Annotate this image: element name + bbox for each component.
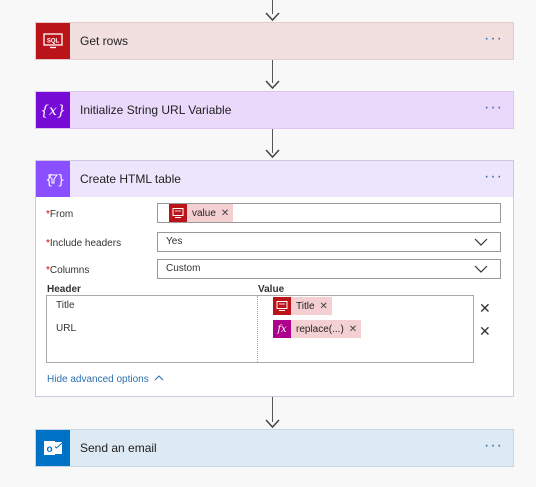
table-icon bbox=[273, 297, 291, 315]
card-title: Get rows bbox=[80, 34, 129, 48]
more-options-button[interactable]: ··· bbox=[484, 169, 503, 185]
columns-table: Title Title ✕ URL fx replace(...) ✕ bbox=[46, 295, 474, 363]
card-title: Send an email bbox=[80, 441, 157, 455]
delete-row-icon[interactable]: ✕ bbox=[479, 300, 491, 317]
more-options-button[interactable]: ··· bbox=[484, 100, 503, 116]
remove-token-icon[interactable]: ✕ bbox=[320, 301, 328, 312]
arrow-down-icon bbox=[265, 80, 280, 90]
card-title: Create HTML table bbox=[80, 172, 181, 186]
columns-row: *Columns Custom bbox=[36, 259, 515, 281]
from-input[interactable]: value ✕ bbox=[157, 203, 501, 223]
columns-label-text: Columns bbox=[49, 265, 90, 276]
header-cell-input[interactable]: URL bbox=[56, 323, 76, 334]
token-label: Title bbox=[296, 300, 315, 312]
include-headers-label-text: Include headers bbox=[49, 238, 122, 249]
delete-row-icon[interactable]: ✕ bbox=[479, 323, 491, 340]
svg-text:{x}: {x} bbox=[40, 103, 66, 119]
sql-icon: SQL bbox=[36, 23, 70, 59]
hide-advanced-options-link[interactable]: Hide advanced options bbox=[47, 374, 164, 385]
action-card-create-html-table[interactable]: { } Create HTML table ··· *From value ✕ … bbox=[35, 160, 514, 397]
outlook-icon: o bbox=[36, 430, 70, 466]
column-divider bbox=[257, 296, 258, 362]
include-headers-label: *Include headers bbox=[46, 238, 121, 249]
more-options-button[interactable]: ··· bbox=[484, 438, 503, 454]
remove-token-icon[interactable]: ✕ bbox=[349, 324, 357, 335]
fx-icon: fx bbox=[273, 320, 291, 338]
from-label: *From bbox=[46, 209, 73, 220]
include-headers-dropdown[interactable]: Yes bbox=[157, 232, 501, 252]
svg-text:}: } bbox=[57, 173, 64, 188]
value-token[interactable]: fx replace(...) ✕ bbox=[273, 320, 362, 338]
dropdown-value: Custom bbox=[166, 263, 201, 274]
columns-label: *Columns bbox=[46, 265, 89, 276]
token-label: value bbox=[192, 207, 216, 219]
from-field-row: *From value ✕ bbox=[36, 203, 515, 225]
value-token[interactable]: Title ✕ bbox=[273, 297, 332, 315]
action-card-initialize-variable[interactable]: {x} Initialize String URL Variable ··· bbox=[35, 91, 514, 129]
dynamic-content-token[interactable]: value ✕ bbox=[169, 204, 234, 222]
arrow-down-icon bbox=[265, 12, 280, 22]
header-cell-input[interactable]: Title bbox=[56, 300, 75, 311]
card-title: Initialize String URL Variable bbox=[80, 103, 232, 117]
svg-text:o: o bbox=[46, 444, 52, 455]
action-card-get-rows[interactable]: SQL Get rows ··· bbox=[35, 22, 514, 60]
arrow-down-icon bbox=[265, 149, 280, 159]
arrow-down-icon bbox=[265, 419, 280, 429]
table-icon bbox=[169, 204, 187, 222]
chevron-down-icon bbox=[474, 265, 488, 273]
include-headers-row: *Include headers Yes bbox=[36, 232, 515, 254]
value-column-label: Value bbox=[258, 284, 285, 295]
from-label-text: From bbox=[49, 209, 74, 220]
dropdown-value: Yes bbox=[166, 236, 183, 247]
variable-icon: {x} bbox=[36, 92, 70, 128]
advanced-link-text: Hide advanced options bbox=[47, 374, 149, 385]
chevron-down-icon bbox=[474, 238, 488, 246]
table-filter-icon: { } bbox=[36, 161, 70, 197]
svg-text:SQL: SQL bbox=[47, 39, 60, 45]
chevron-up-icon bbox=[154, 375, 163, 381]
columns-dropdown[interactable]: Custom bbox=[157, 259, 501, 279]
token-label: replace(...) bbox=[296, 323, 344, 335]
action-card-send-email[interactable]: o Send an email ··· bbox=[35, 429, 514, 467]
more-options-button[interactable]: ··· bbox=[484, 31, 503, 47]
header-column-label: Header bbox=[47, 284, 81, 295]
remove-token-icon[interactable]: ✕ bbox=[221, 208, 229, 219]
